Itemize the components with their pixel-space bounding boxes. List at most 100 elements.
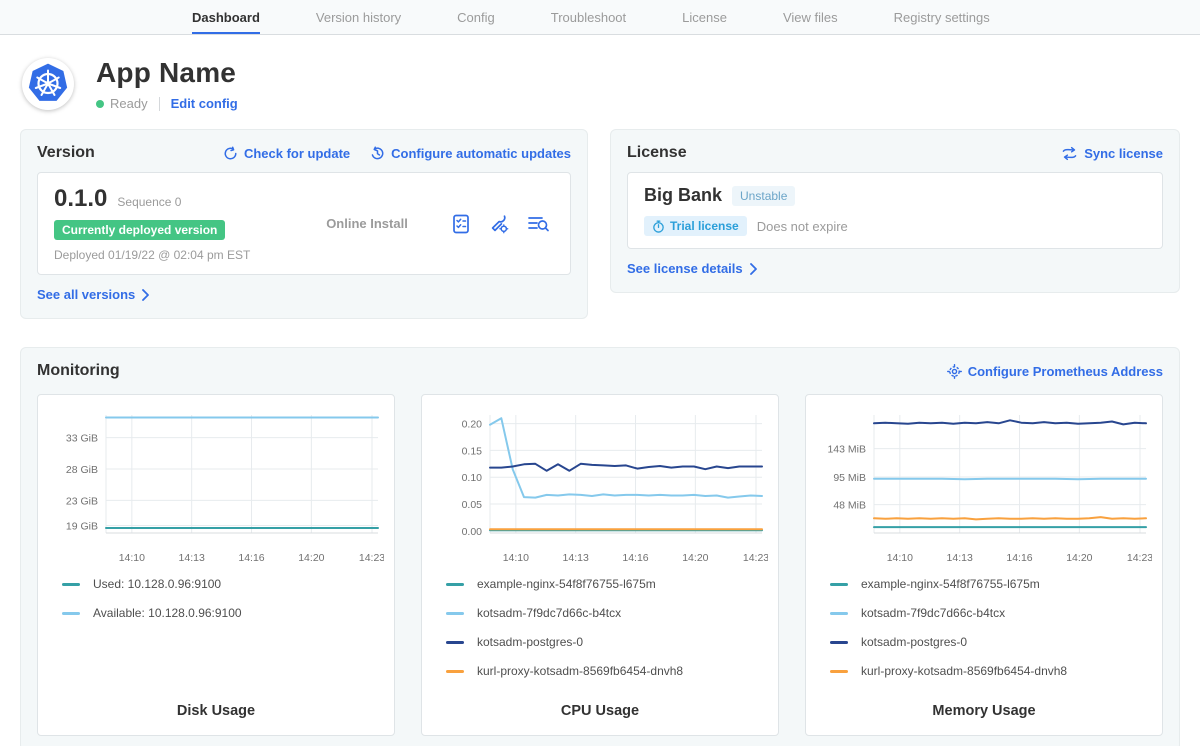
tab-registry-settings[interactable]: Registry settings xyxy=(894,0,990,34)
check-for-update-label: Check for update xyxy=(244,146,350,161)
legend-label: kurl-proxy-kotsadm-8569fb6454-dnvh8 xyxy=(861,664,1067,678)
sequence-label: Sequence 0 xyxy=(117,195,181,209)
see-license-details-label: See license details xyxy=(627,261,743,276)
svg-text:0.20: 0.20 xyxy=(462,419,483,431)
monitoring-panel: Monitoring Configure Prometheus Address … xyxy=(20,347,1180,746)
current-version-card: 0.1.0 Sequence 0 Currently deployed vers… xyxy=(37,172,571,275)
legend-item: kotsadm-postgres-0 xyxy=(446,635,768,649)
monitoring-title: Monitoring xyxy=(37,362,120,380)
svg-text:14:23: 14:23 xyxy=(1127,552,1152,564)
tab-view-files[interactable]: View files xyxy=(783,0,838,34)
svg-text:0.05: 0.05 xyxy=(462,499,483,511)
chart-title: CPU Usage xyxy=(432,693,768,719)
legend-swatch xyxy=(446,641,464,644)
page-title: App Name xyxy=(96,57,238,89)
see-all-versions-link[interactable]: See all versions xyxy=(37,287,150,302)
svg-text:14:10: 14:10 xyxy=(503,552,529,564)
edit-config-link[interactable]: Edit config xyxy=(171,96,238,111)
chart-plot: 143 MiB95 MiB48 MiB14:1014:1314:1614:201… xyxy=(816,409,1152,567)
deployed-badge: Currently deployed version xyxy=(54,220,225,240)
license-panel-title: License xyxy=(627,144,687,162)
tab-license[interactable]: License xyxy=(682,0,727,34)
legend-swatch xyxy=(62,583,80,586)
legend-item: kotsadm-7f9dc7d66c-b4tcx xyxy=(830,606,1152,620)
legend-item: kotsadm-postgres-0 xyxy=(830,635,1152,649)
legend-swatch xyxy=(446,612,464,615)
see-all-versions-label: See all versions xyxy=(37,287,135,302)
deployed-timestamp: Deployed 01/19/22 @ 02:04 pm EST xyxy=(54,248,284,262)
chevron-right-icon xyxy=(749,263,758,275)
configure-automatic-updates-link[interactable]: Configure automatic updates xyxy=(370,146,571,161)
tab-troubleshoot[interactable]: Troubleshoot xyxy=(551,0,626,34)
svg-text:14:16: 14:16 xyxy=(238,552,264,564)
legend-item: kotsadm-7f9dc7d66c-b4tcx xyxy=(446,606,768,620)
svg-text:14:20: 14:20 xyxy=(682,552,708,564)
legend-item: Available: 10.128.0.96:9100 xyxy=(62,606,384,620)
legend-label: example-nginx-54f8f76755-l675m xyxy=(861,577,1040,591)
svg-text:14:23: 14:23 xyxy=(359,552,384,564)
cards-row: Version Check for update Configure au xyxy=(0,129,1200,319)
preflight-checks-icon[interactable] xyxy=(450,213,472,235)
svg-text:28 GiB: 28 GiB xyxy=(66,464,98,476)
legend-label: Available: 10.128.0.96:9100 xyxy=(93,606,242,620)
app-logo xyxy=(22,58,74,110)
chart-title: Memory Usage xyxy=(816,693,1152,719)
version-panel-title: Version xyxy=(37,144,95,162)
divider xyxy=(159,97,160,111)
svg-text:14:13: 14:13 xyxy=(179,552,205,564)
version-panel: Version Check for update Configure au xyxy=(20,129,588,319)
legend-label: example-nginx-54f8f76755-l675m xyxy=(477,577,656,591)
legend-item: kurl-proxy-kotsadm-8569fb6454-dnvh8 xyxy=(446,664,768,678)
svg-text:23 GiB: 23 GiB xyxy=(66,495,98,507)
license-name: Big Bank xyxy=(644,185,722,206)
legend-item: example-nginx-54f8f76755-l675m xyxy=(830,577,1152,591)
stopwatch-icon xyxy=(652,220,665,233)
svg-text:0.15: 0.15 xyxy=(462,445,483,457)
check-for-update-link[interactable]: Check for update xyxy=(223,146,350,161)
edit-config-icon[interactable] xyxy=(488,213,510,235)
legend-item: Used: 10.128.0.96:9100 xyxy=(62,577,384,591)
tab-version-history[interactable]: Version history xyxy=(316,0,401,34)
svg-text:19 GiB: 19 GiB xyxy=(66,520,98,532)
schedule-icon xyxy=(370,146,385,161)
trial-license-label: Trial license xyxy=(670,219,739,233)
chart-card-cpu-usage: 0.200.150.100.050.0014:1014:1314:1614:20… xyxy=(421,394,779,736)
license-detail-card: Big Bank Unstable Trial license Does not… xyxy=(627,172,1163,249)
see-license-details-link[interactable]: See license details xyxy=(627,261,758,276)
version-number: 0.1.0 xyxy=(54,185,107,213)
app-header: App Name Ready Edit config xyxy=(0,35,1200,129)
status-dot xyxy=(96,100,104,108)
configure-prometheus-label: Configure Prometheus Address xyxy=(968,364,1163,379)
charts-row: 33 GiB 28 GiB 23 GiB 19 GiB 14:10 14:13 14:16 1… xyxy=(37,394,1163,736)
sync-license-label: Sync license xyxy=(1084,146,1163,161)
svg-text:33 GiB: 33 GiB xyxy=(66,433,98,445)
legend-swatch xyxy=(830,612,848,615)
sync-license-link[interactable]: Sync license xyxy=(1061,146,1163,161)
svg-text:14:13: 14:13 xyxy=(947,552,973,564)
svg-text:14:10: 14:10 xyxy=(887,552,913,564)
deploy-logs-icon[interactable] xyxy=(526,213,550,235)
svg-text:14:16: 14:16 xyxy=(1006,552,1032,564)
gear-icon xyxy=(947,364,962,379)
legend-swatch xyxy=(446,670,464,673)
legend-swatch xyxy=(446,583,464,586)
tab-dashboard[interactable]: Dashboard xyxy=(192,0,260,34)
legend-label: kotsadm-postgres-0 xyxy=(477,635,583,649)
legend-item: kurl-proxy-kotsadm-8569fb6454-dnvh8 xyxy=(830,664,1152,678)
chart-title: Disk Usage xyxy=(48,693,384,719)
configure-prometheus-link[interactable]: Configure Prometheus Address xyxy=(947,364,1163,379)
install-type-label: Online Install xyxy=(326,216,408,231)
legend-label: kurl-proxy-kotsadm-8569fb6454-dnvh8 xyxy=(477,664,683,678)
legend-swatch xyxy=(830,641,848,644)
tab-config[interactable]: Config xyxy=(457,0,495,34)
legend-label: kotsadm-7f9dc7d66c-b4tcx xyxy=(477,606,621,620)
trial-license-badge: Trial license xyxy=(644,216,747,236)
svg-text:0.10: 0.10 xyxy=(462,472,483,484)
legend-swatch xyxy=(62,612,80,615)
legend-label: kotsadm-postgres-0 xyxy=(861,635,967,649)
svg-text:48 MiB: 48 MiB xyxy=(833,500,866,512)
expiry-text: Does not expire xyxy=(757,219,848,234)
svg-text:14:20: 14:20 xyxy=(298,552,324,564)
chart-plot: 33 GiB28 GiB23 GiB19 GiB14:1014:1314:161… xyxy=(48,409,384,567)
svg-text:14:20: 14:20 xyxy=(1066,552,1092,564)
